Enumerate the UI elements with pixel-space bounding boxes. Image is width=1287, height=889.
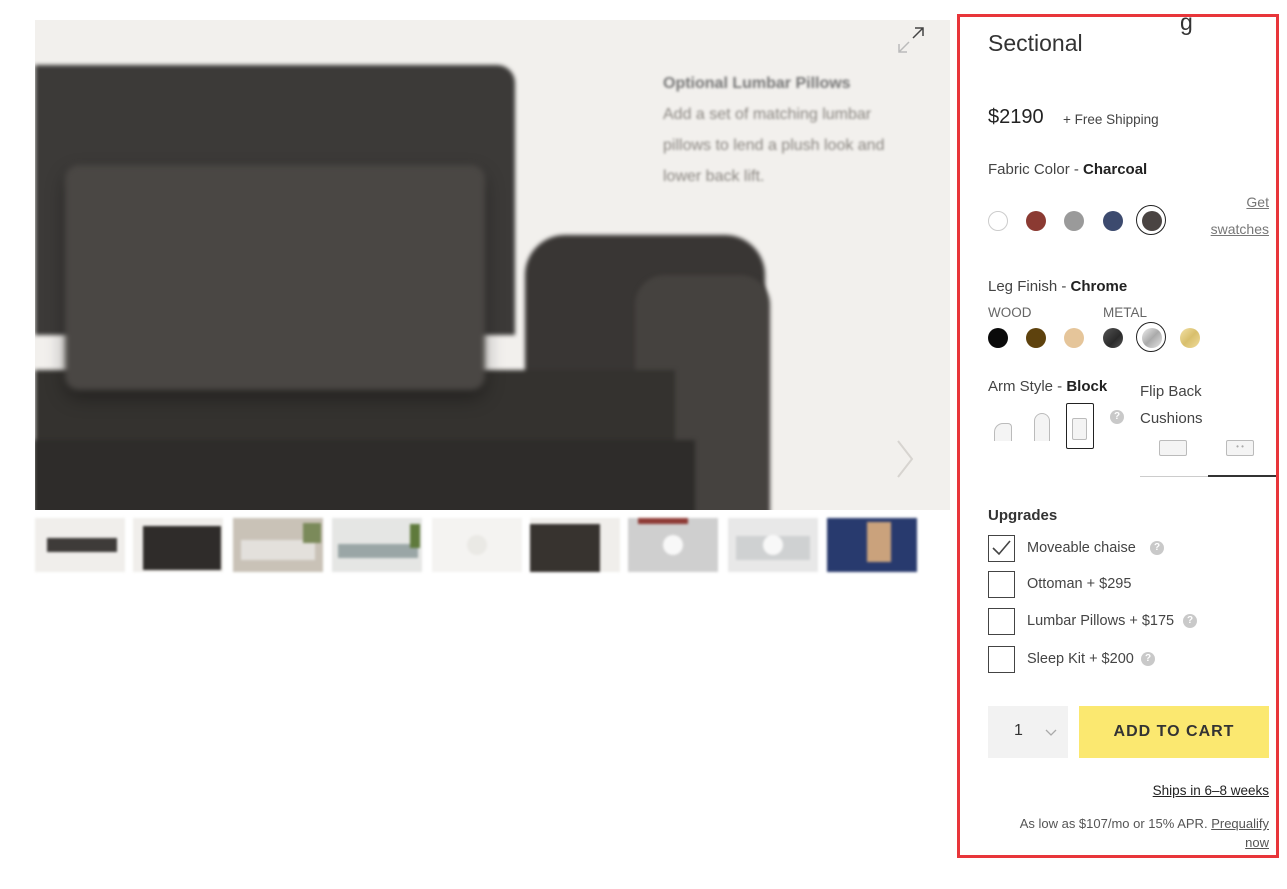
upgrade-label-moveable-chaise: Moveable chaise	[1027, 540, 1136, 556]
sofa-seat-front	[35, 440, 695, 510]
prequalify-link[interactable]: Prequalify	[1211, 816, 1269, 831]
fabric-color-value: Charcoal	[1083, 161, 1148, 178]
chevron-down-icon	[1044, 720, 1058, 747]
add-to-cart-button[interactable]: ADD TO CART	[1079, 706, 1269, 758]
thumbnail-7-video[interactable]	[628, 518, 718, 572]
lumbar-pillows-help-icon[interactable]: ?	[1183, 614, 1197, 628]
leg-swatch-brass[interactable]	[1180, 328, 1200, 348]
upgrade-checkbox-sleep-kit[interactable]	[988, 646, 1015, 673]
expand-icon[interactable]	[893, 22, 929, 58]
product-config-panel: g Sectional $2190 + Free Shipping Fabric…	[957, 14, 1279, 858]
cushion-tab-underline	[1140, 476, 1208, 477]
thumbnail-strip	[35, 518, 925, 573]
arm-style-block-option[interactable]	[1066, 403, 1094, 449]
cushion-standard-icon[interactable]	[1159, 440, 1187, 456]
cushion-tab-underline-active	[1208, 475, 1276, 477]
fabric-color-label: Fabric Color - Charcoal	[988, 161, 1147, 178]
leg-finish-value: Chrome	[1070, 278, 1128, 295]
chevron-right-svg	[897, 440, 914, 478]
flip-back-cushions-label: Flip Back Cushions	[1140, 378, 1203, 432]
product-price: $2190	[988, 106, 1044, 128]
callout-title: Optional Lumbar Pillows	[663, 75, 851, 92]
get-swatches-link[interactable]: Get swatches	[1190, 189, 1269, 243]
cushion-flip-back-icon[interactable]: • •	[1226, 440, 1254, 456]
thumbnail-4[interactable]	[332, 518, 422, 572]
apr-text: As low as $107/mo or 15% APR.	[1019, 816, 1208, 831]
product-hero-image[interactable]: Optional Lumbar Pillows Add a set of mat…	[35, 20, 950, 510]
arm-style-help-icon[interactable]: ?	[1110, 410, 1124, 424]
metal-category-label: METAL	[1103, 305, 1148, 320]
thumbnail-5-video[interactable]	[432, 518, 522, 572]
arm-style-block-icon	[1072, 418, 1087, 440]
thumbnail-6[interactable]	[530, 518, 620, 572]
fabric-swatch-white[interactable]	[988, 211, 1008, 231]
prequalify-link-cont[interactable]: now	[1245, 835, 1269, 850]
upgrade-checkbox-ottoman[interactable]	[988, 571, 1015, 598]
upgrade-label-ottoman: Ottoman + $295	[1027, 576, 1132, 592]
arm-style-label: Arm Style - Block	[988, 378, 1107, 395]
product-title: Sectional	[988, 30, 1083, 56]
moveable-chaise-help-icon[interactable]: ?	[1150, 541, 1164, 555]
upgrade-checkbox-moveable-chaise[interactable]	[988, 535, 1015, 562]
upgrade-checkbox-lumbar-pillows[interactable]	[988, 608, 1015, 635]
thumbnail-1[interactable]	[35, 518, 125, 572]
leg-finish-label: Leg Finish - Chrome	[988, 278, 1127, 295]
fabric-swatch-navy[interactable]	[1103, 211, 1123, 231]
upgrades-heading: Upgrades	[988, 507, 1058, 524]
thumbnail-8-video[interactable]	[728, 518, 818, 572]
leg-swatch-chrome[interactable]	[1136, 322, 1166, 352]
thumbnail-3[interactable]	[233, 518, 323, 572]
fabric-swatch-grey[interactable]	[1064, 211, 1084, 231]
arm-style-track-icon[interactable]	[994, 423, 1012, 441]
lumbar-pillow	[65, 165, 485, 390]
fabric-swatch-charcoal[interactable]	[1136, 205, 1166, 235]
quantity-value: 1	[1014, 722, 1023, 739]
check-icon	[992, 540, 1011, 556]
upgrade-label-lumbar-pillows: Lumbar Pillows + $175	[1027, 613, 1175, 629]
leg-finish-prefix: Leg Finish -	[988, 278, 1071, 295]
ships-in-link[interactable]: Ships in 6–8 weeks	[1110, 783, 1269, 798]
shipping-note: + Free Shipping	[1063, 112, 1159, 127]
leg-swatch-walnut[interactable]	[1026, 328, 1046, 348]
fabric-swatch-red[interactable]	[1026, 211, 1046, 231]
quantity-select[interactable]: 1	[988, 706, 1068, 758]
thumbnail-2[interactable]	[133, 518, 223, 572]
expand-icon-svg	[898, 27, 924, 53]
wood-category-label: WOOD	[988, 305, 1032, 320]
fabric-color-prefix: Fabric Color -	[988, 161, 1084, 178]
cushions-label-line1: Flip Back	[1140, 383, 1202, 400]
arm-style-prefix: Arm Style -	[988, 378, 1067, 395]
leg-swatch-natural[interactable]	[1064, 328, 1084, 348]
upgrade-label-sleep-kit: Sleep Kit + $200	[1027, 651, 1134, 667]
chevron-right-icon[interactable]	[890, 435, 920, 483]
title-overflow: g	[1180, 14, 1193, 35]
thumbnail-9[interactable]	[827, 518, 917, 572]
leg-swatch-black[interactable]	[988, 328, 1008, 348]
image-callout: Optional Lumbar Pillows Add a set of mat…	[663, 68, 923, 192]
callout-text: Add a set of matching lumbar pillows to …	[663, 106, 885, 185]
cushions-label-line2: Cushions	[1140, 410, 1203, 427]
arm-style-value: Block	[1066, 378, 1108, 395]
arm-style-round-icon[interactable]	[1034, 413, 1050, 441]
financing-note: As low as $107/mo or 15% APR. Prequalify…	[980, 814, 1269, 852]
sleep-kit-help-icon[interactable]: ?	[1141, 652, 1155, 666]
leg-swatch-gunmetal[interactable]	[1103, 328, 1123, 348]
